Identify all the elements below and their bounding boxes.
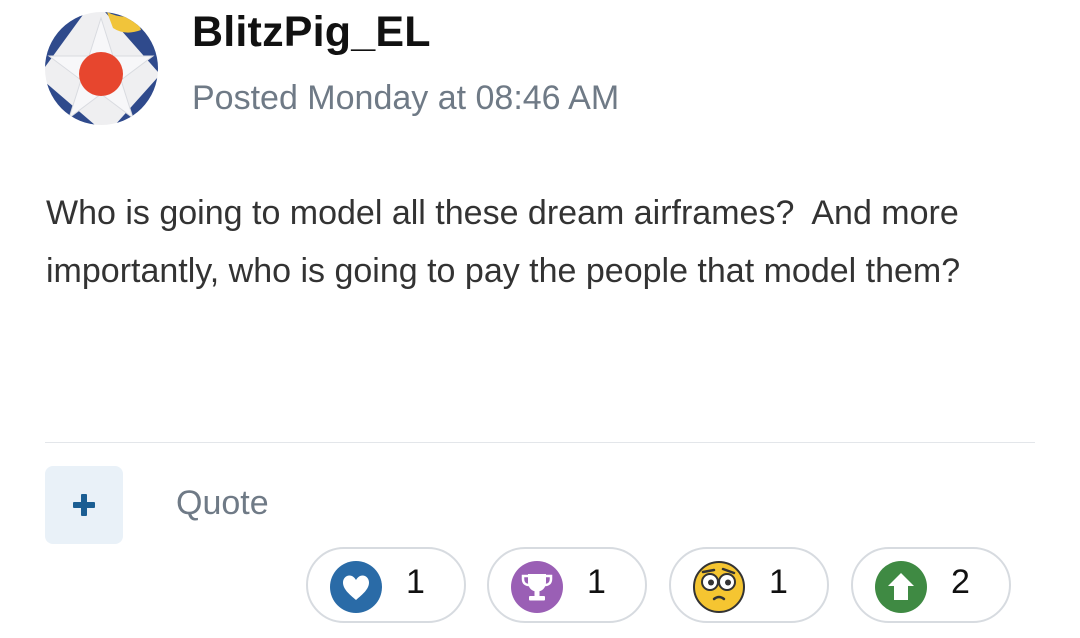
confused-face-icon <box>693 561 745 613</box>
author-name[interactable]: BlitzPig_EL <box>192 8 431 57</box>
plus-icon <box>73 494 95 516</box>
reaction-count: 2 <box>951 563 970 601</box>
reaction-like[interactable]: 1 <box>306 547 466 623</box>
reaction-confused[interactable]: 1 <box>669 547 829 623</box>
divider <box>45 442 1035 443</box>
reaction-count: 1 <box>406 563 425 601</box>
author-avatar[interactable] <box>45 12 158 125</box>
post-content: Who is going to model all these dream ai… <box>46 194 969 290</box>
upvote-arrow-icon <box>875 561 927 613</box>
multiquote-button[interactable] <box>45 466 123 544</box>
reaction-count: 1 <box>587 563 606 601</box>
heart-icon <box>330 561 382 613</box>
quote-button[interactable]: Quote <box>176 484 269 523</box>
reaction-upvote[interactable]: 2 <box>851 547 1011 623</box>
trophy-icon <box>511 561 563 613</box>
post-timestamp[interactable]: Posted Monday at 08:46 AM <box>192 79 619 118</box>
roundel-star-image <box>45 12 158 125</box>
reaction-count: 1 <box>769 563 788 601</box>
reaction-trophy[interactable]: 1 <box>487 547 647 623</box>
